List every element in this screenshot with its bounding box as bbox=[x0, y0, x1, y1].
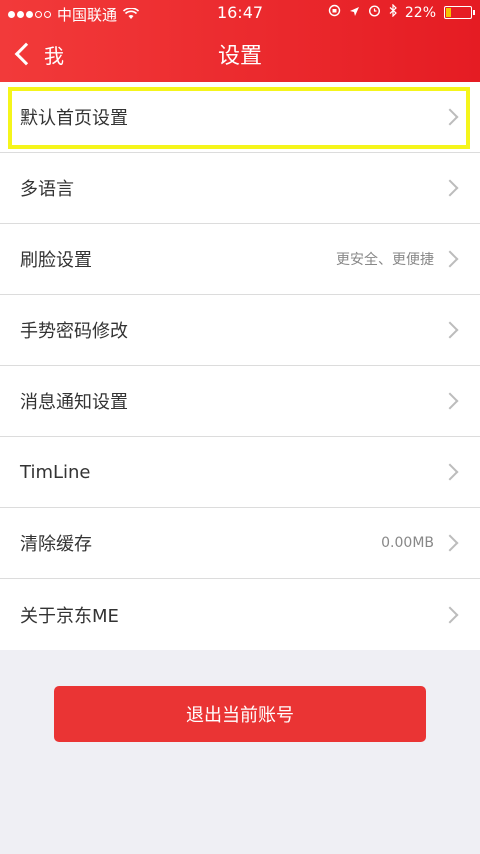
settings-row-about[interactable]: 关于京东ME bbox=[0, 579, 480, 650]
chevron-right-icon bbox=[441, 606, 459, 623]
chevron-right-icon bbox=[441, 392, 459, 410]
battery-icon bbox=[444, 6, 475, 19]
row-label: 多语言 bbox=[20, 179, 74, 200]
row-label: 关于京东ME bbox=[20, 605, 119, 627]
row-label: 消息通知设置 bbox=[20, 392, 128, 413]
page-title: 设置 bbox=[217, 44, 262, 69]
chevron-right-icon bbox=[441, 534, 459, 552]
row-value: 更安全、更便捷 bbox=[336, 252, 434, 268]
chevron-right-icon bbox=[441, 108, 459, 126]
settings-row-language[interactable]: 多语言 bbox=[0, 153, 480, 224]
settings-row-notifications[interactable]: 消息通知设置 bbox=[0, 366, 480, 437]
nav-bar: 我 设置 bbox=[0, 26, 480, 82]
row-label: 默认首页设置 bbox=[20, 108, 128, 129]
settings-row-timline[interactable]: TimLine bbox=[0, 437, 480, 508]
row-value: 0.00MB bbox=[381, 535, 434, 551]
chevron-right-icon bbox=[441, 321, 459, 339]
settings-list: 默认首页设置 多语言 刷脸设置 更安全、更便捷 手势密码修改 消息通知设置 Ti… bbox=[0, 82, 480, 650]
row-label: TimLine bbox=[20, 461, 91, 483]
alarm-icon bbox=[368, 4, 381, 21]
settings-row-face-id[interactable]: 刷脸设置 更安全、更便捷 bbox=[0, 224, 480, 295]
chevron-right-icon bbox=[441, 463, 459, 481]
battery-percent: 22% bbox=[404, 4, 436, 21]
row-label: 手势密码修改 bbox=[20, 321, 128, 342]
app-header: 中国联通 16:47 22% 我 设置 bbox=[0, 0, 480, 82]
orientation-lock-icon bbox=[328, 4, 341, 21]
chevron-right-icon bbox=[441, 250, 459, 268]
location-icon bbox=[349, 5, 360, 21]
row-label: 清除缓存 bbox=[20, 534, 92, 555]
logout-button[interactable]: 退出当前账号 bbox=[54, 686, 426, 742]
row-label: 刷脸设置 bbox=[20, 250, 92, 271]
bluetooth-icon bbox=[389, 3, 397, 21]
settings-row-clear-cache[interactable]: 清除缓存 0.00MB bbox=[0, 508, 480, 579]
status-bar: 中国联通 16:47 22% bbox=[0, 0, 480, 26]
settings-row-default-home[interactable]: 默认首页设置 bbox=[0, 82, 480, 153]
chevron-right-icon bbox=[441, 179, 459, 197]
settings-row-gesture-password[interactable]: 手势密码修改 bbox=[0, 295, 480, 366]
